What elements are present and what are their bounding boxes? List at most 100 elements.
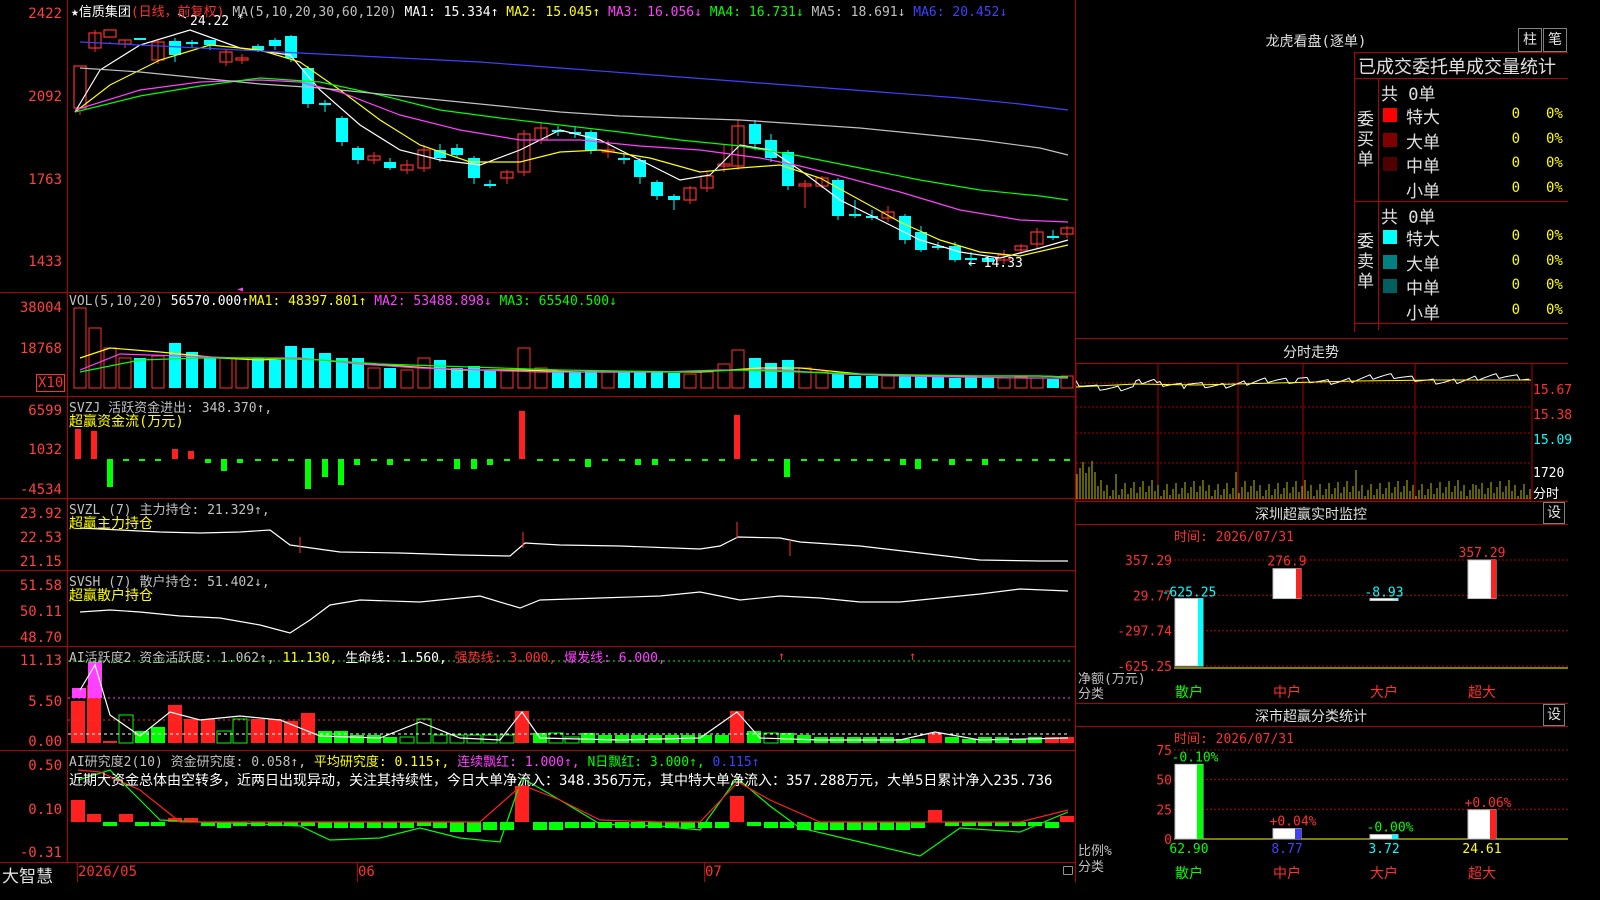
ai-active-part: 强势线: 3.000,: [446, 651, 557, 666]
candle-body: [949, 246, 961, 260]
flow-bar: [915, 459, 921, 469]
vol-bar: [881, 375, 895, 389]
kline-chart[interactable]: *◄↑ ↑: [0, 0, 1076, 862]
legend-swatch: [1383, 230, 1397, 244]
order-count: 0: [1511, 130, 1520, 147]
flow-bar: [719, 459, 725, 461]
research-bar: [318, 822, 332, 828]
intraday-chart[interactable]: [1076, 363, 1568, 501]
research-bar: [350, 822, 364, 828]
research-bar: [598, 822, 612, 828]
vol-bar: [219, 357, 233, 389]
intraday-title: 分时走势: [1283, 345, 1339, 361]
research-bar: [863, 822, 877, 830]
order-count: 0: [1511, 277, 1520, 293]
research-bar: [780, 822, 794, 828]
bar-value-label: 62.90: [1169, 842, 1208, 857]
ma-value: MA2: 15.045↑: [498, 5, 601, 20]
research-bar: [715, 822, 729, 828]
y-label: 2092: [28, 89, 62, 105]
research-bar: [764, 822, 778, 828]
vol-bar: [451, 368, 463, 388]
research-bar: [87, 814, 101, 822]
vol-bar: [782, 360, 794, 388]
svzj-subtitle: 超赢资金流(万元): [69, 414, 184, 430]
y-label: -4534: [19, 482, 62, 498]
vol-bar: [73, 307, 87, 389]
flow-bar: [454, 459, 460, 469]
research-bar: [1060, 816, 1074, 822]
research-bar: [433, 822, 447, 828]
ma4-line: [74, 77, 1069, 201]
category-label: 散户: [1175, 865, 1203, 882]
candle-body: [269, 40, 281, 46]
flow-bar: [1016, 459, 1022, 461]
y-label: 50.11: [19, 604, 62, 620]
ai-research-part: AI研究度2(10) 资金研究度: 0.058↑,: [69, 755, 307, 770]
active-bar: [184, 719, 198, 743]
vol-bar: [915, 376, 927, 388]
y-label: 0.50: [28, 758, 62, 774]
date-label: 06: [358, 864, 375, 880]
bar-change-label: +0.04%: [1270, 815, 1317, 830]
flow-bar: [288, 459, 294, 461]
flow-bar: [537, 459, 543, 461]
flow-bar: [91, 431, 97, 459]
active-bar: [615, 735, 629, 743]
chart-area[interactable]: * ◄ ↑ ↑ ★信质集团(日线，前复权) MA(5,10,20,30,60,120)…: [0, 0, 1076, 887]
lock-icon[interactable]: [1063, 866, 1073, 875]
ma-values: MA1: 15.334↑ MA2: 15.045↑ MA3: 16.056↓ M…: [405, 5, 1008, 20]
sell-label: 委卖单: [1357, 232, 1374, 292]
research-bar: [450, 822, 464, 832]
vol-bar: [186, 352, 198, 388]
active-bar: [251, 719, 265, 743]
ai-active-part: 11.130,: [274, 651, 338, 666]
pen-mode-button[interactable]: 笔: [1543, 28, 1567, 52]
flow-bar: [237, 459, 243, 463]
flow-bar: [387, 459, 393, 465]
order-count: 0: [1511, 252, 1520, 269]
ai-research-part: 0.115↑: [704, 755, 760, 770]
bar-change-label: +0.06%: [1465, 796, 1512, 811]
category-label: 超大: [1468, 685, 1496, 700]
flow-bar: [569, 459, 575, 461]
flow-bar: [932, 459, 938, 461]
vol-bar: [700, 371, 714, 389]
vol-title: VOL(5,10,20): [69, 294, 163, 309]
vol-bar: [134, 358, 146, 388]
research-bar: [1045, 822, 1059, 828]
y-label: 21.15: [19, 554, 62, 570]
right-panel: 龙虎看盘(逐单) 柱 笔 已成交委托单成交量统计 委买单 委卖单 共 0单 共 …: [1076, 0, 1572, 882]
order-percent: 0%: [1546, 228, 1563, 244]
active-bar: [151, 727, 165, 743]
vol-bar: [982, 378, 994, 388]
flow-bar: [354, 459, 360, 465]
sz-monitor-chart: 357.2929.77-297.74-625.25-625.25散户276.9中…: [1117, 546, 1568, 700]
y-label: 5.50: [28, 694, 62, 710]
research-bar: [565, 822, 579, 828]
y-label: 38004: [19, 300, 62, 316]
candle-body: [169, 41, 181, 55]
ma-value: MA5: 18.691↓: [803, 5, 906, 20]
bar-value-label: 24.61: [1462, 842, 1501, 857]
bar-edge: [1197, 764, 1203, 839]
order-percent: 0%: [1546, 301, 1563, 318]
star-icon: ★: [71, 5, 79, 20]
bar-edge: [1296, 568, 1301, 599]
flow-bar: [585, 459, 591, 467]
low-price-label: ← 14.33: [968, 256, 1023, 271]
flow-bar: [652, 459, 658, 465]
vol-unit-badge: X10: [36, 374, 66, 392]
flow-bar: [471, 459, 477, 469]
stock-name[interactable]: 信质集团: [79, 5, 131, 20]
sz-class-settings-button[interactable]: 设: [1543, 704, 1565, 726]
vol-bar: [717, 363, 731, 389]
ai-active-header: AI活跃度2 资金活跃度: 1.062↑, 11.130, 生命线: 1.560…: [69, 647, 666, 666]
ai-active-part: 爆发线: 6.000,: [556, 651, 666, 666]
sz-monitor-settings-button[interactable]: 设: [1543, 502, 1565, 524]
bar-mode-button[interactable]: 柱: [1518, 28, 1542, 52]
y-label: 18768: [19, 341, 62, 357]
vol-bar: [552, 371, 564, 388]
candle-body: [1047, 236, 1059, 238]
flow-bar: [685, 459, 691, 461]
